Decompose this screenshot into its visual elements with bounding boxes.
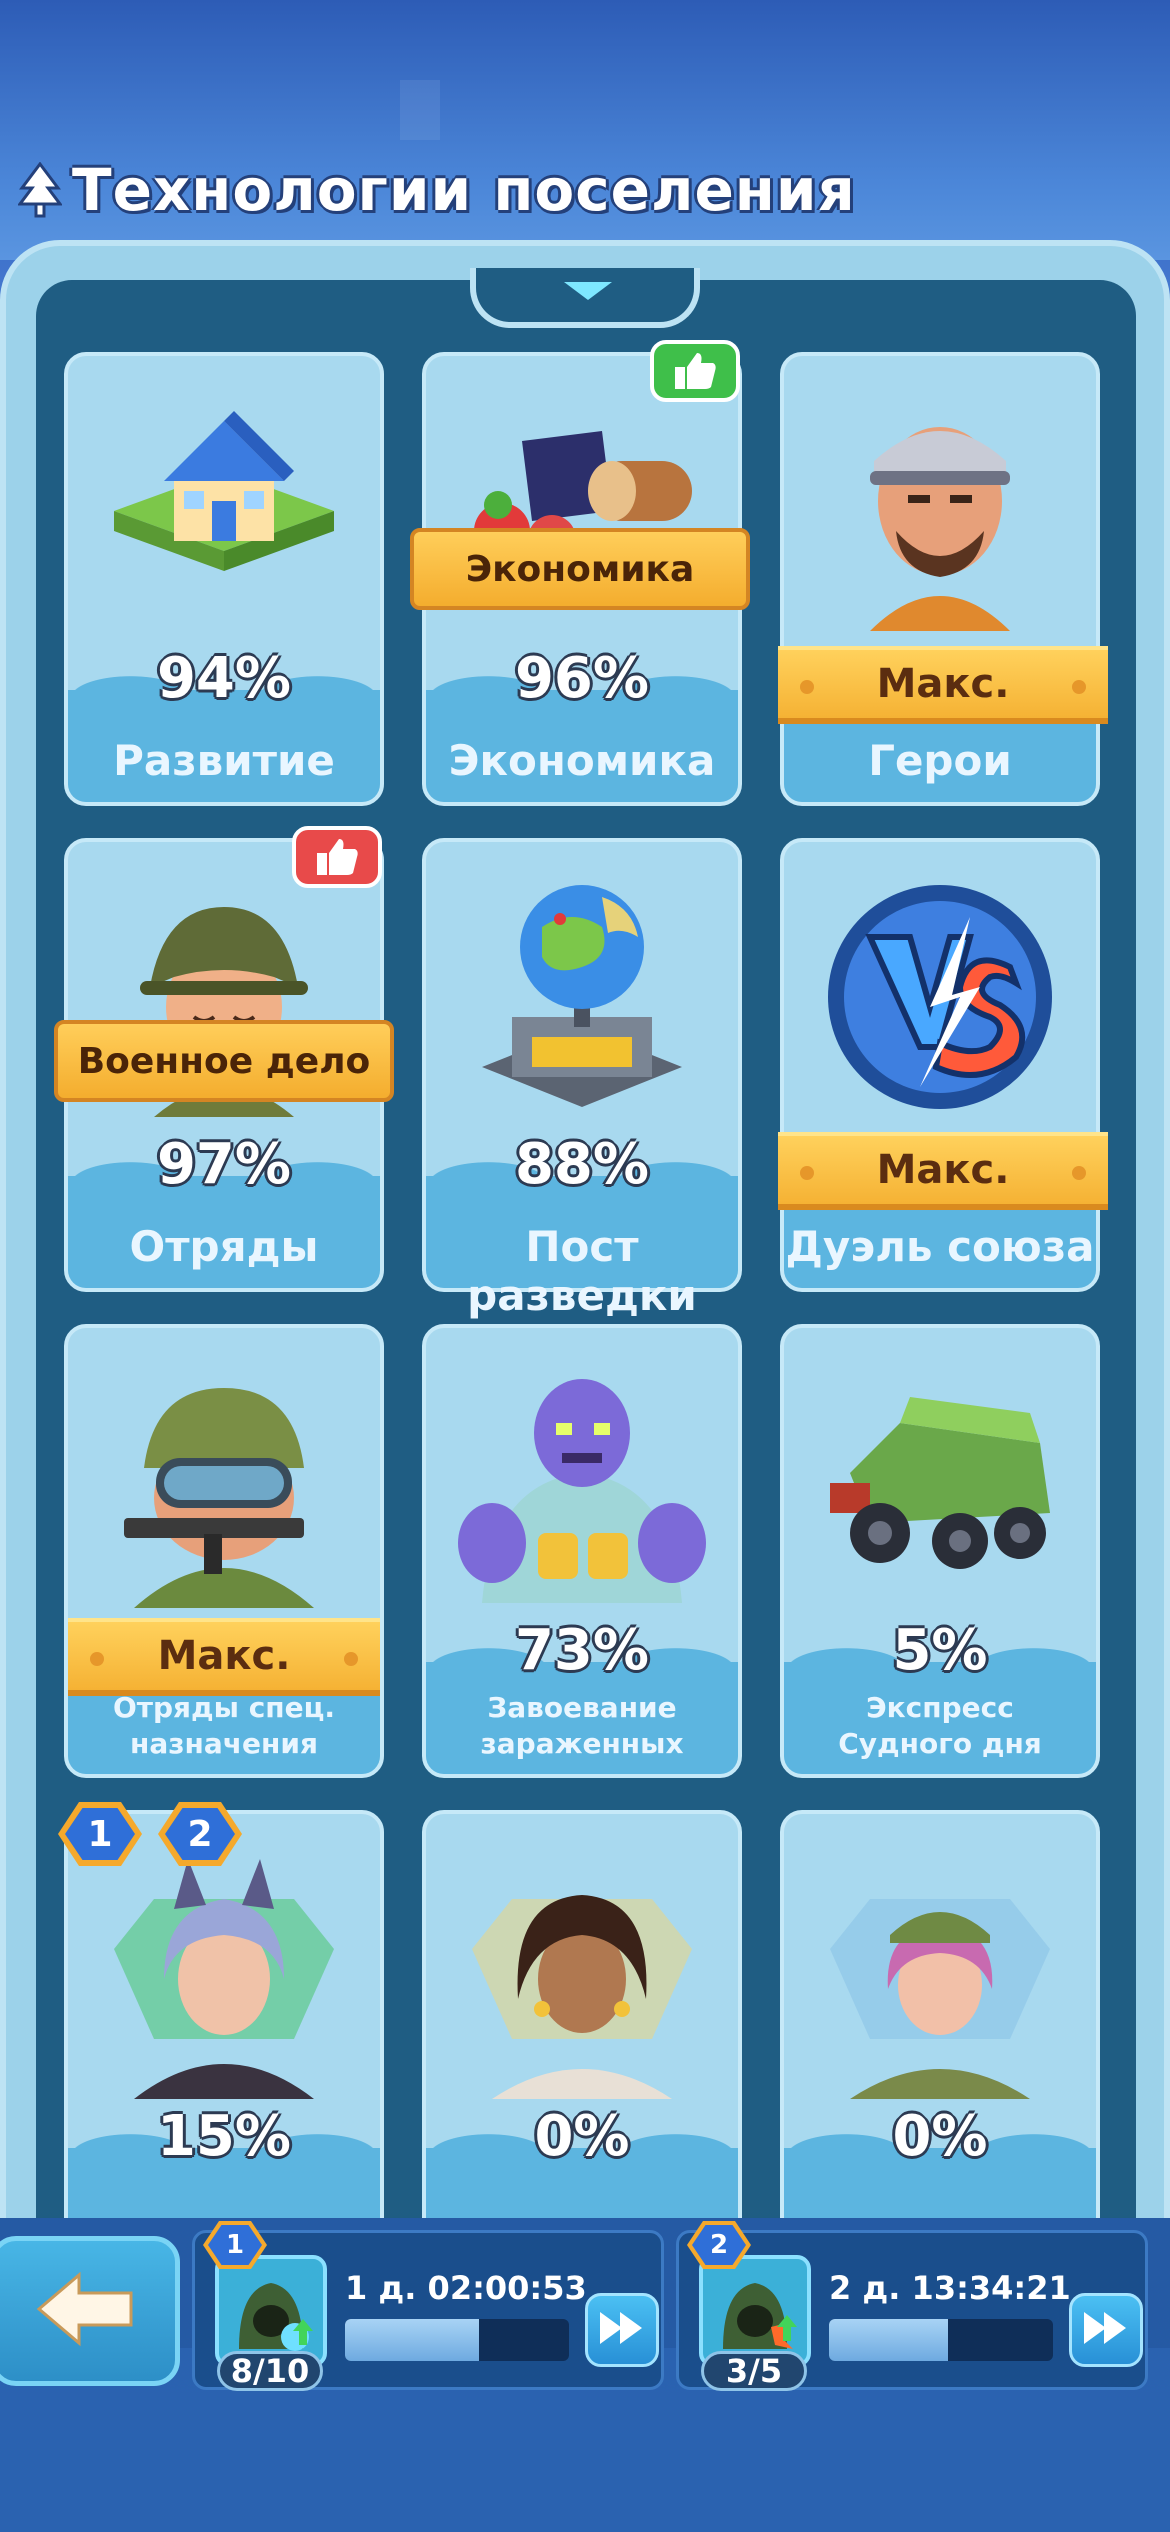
- tech-card-alliance-duel[interactable]: Макс. Дуэль союза: [778, 838, 1108, 1292]
- card-title: Завоевание зараженных: [480, 1691, 684, 1760]
- queue-timer: 1 д. 02:00:53: [345, 2269, 587, 2307]
- queue-progress-bar: [829, 2319, 1053, 2361]
- progress-percent: 0%: [534, 2104, 630, 2169]
- category-ribbon: Военное дело: [54, 1020, 394, 1102]
- category-ribbon: Экономика: [410, 528, 750, 610]
- tech-card-hero-b[interactable]: 0%: [422, 1810, 742, 2264]
- tech-card-infected-conquest[interactable]: 73% Завоевание зараженных: [422, 1324, 742, 1778]
- card-title: Дуэль союза: [785, 1222, 1095, 1271]
- progress-percent: 88%: [514, 1132, 650, 1197]
- hero-icon: [784, 356, 1096, 666]
- speed-up-button[interactable]: [585, 2293, 659, 2367]
- house-icon: [68, 356, 380, 666]
- fast-forward-icon: [1082, 2310, 1130, 2350]
- queue-count: 3/5: [701, 2351, 807, 2391]
- card-title: Экономика: [448, 736, 716, 785]
- tech-card-heroes[interactable]: Макс. Герои: [778, 352, 1108, 806]
- progress-percent: 94%: [156, 646, 292, 711]
- speed-up-button[interactable]: [1069, 2293, 1143, 2367]
- card-title: Экспресс Судного дня: [838, 1691, 1042, 1760]
- tree-icon: [18, 162, 62, 218]
- card-title: Герои: [868, 736, 1012, 785]
- hero-woman-icon: [426, 1814, 738, 2124]
- ribbon-label: Экономика: [465, 548, 695, 590]
- max-level-banner: Макс.: [68, 1618, 380, 1696]
- card-title: Пост разведки: [467, 1222, 697, 1320]
- progress-percent: 96%: [514, 646, 650, 711]
- thumbs-up-icon: [650, 340, 740, 402]
- progress-fill: [345, 2319, 480, 2361]
- tech-card-special-forces[interactable]: Макс. Отряды спец. назначения: [64, 1324, 384, 1778]
- back-button[interactable]: [0, 2236, 180, 2386]
- max-level-banner: Макс.: [778, 646, 1108, 724]
- progress-percent: 73%: [514, 1618, 650, 1683]
- tech-card-hero-a[interactable]: 15%: [64, 1810, 384, 2264]
- resources-icon: [426, 356, 738, 666]
- tech-card-development[interactable]: 94% Развитие: [64, 352, 384, 806]
- tech-card-recon-post[interactable]: 88% Пост разведки: [422, 838, 742, 1320]
- queue-progress-bar: [345, 2319, 569, 2361]
- queue-timer: 2 д. 13:34:21: [829, 2269, 1071, 2307]
- queue-count: 8/10: [217, 2351, 323, 2391]
- card-title: Отряды спец. назначения: [112, 1691, 336, 1760]
- header: Технологии поселения: [18, 150, 856, 230]
- zombie-icon: [426, 1328, 738, 1638]
- collapse-notch[interactable]: [470, 268, 700, 328]
- research-queue-1[interactable]: 1 8/10 1 д. 02:00:53: [192, 2221, 664, 2391]
- card-title: Развитие: [113, 736, 335, 785]
- tech-card-doomsday-express[interactable]: 5% Экспресс Судного дня: [780, 1324, 1100, 1778]
- research-queue-2[interactable]: 2 3/5 2 д. 13:34:21: [676, 2221, 1148, 2391]
- truck-icon: [784, 1328, 1096, 1638]
- progress-percent: 15%: [156, 2104, 292, 2169]
- card-title: Отряды: [129, 1222, 319, 1271]
- tech-card-hero-c[interactable]: 0%: [780, 1810, 1100, 2264]
- globe-station-icon: [426, 842, 738, 1152]
- page-title: Технологии поселения: [72, 156, 856, 224]
- hero-pink-icon: [784, 1814, 1096, 2124]
- progress-percent: 97%: [156, 1132, 292, 1197]
- max-level-banner: Макс.: [778, 1132, 1108, 1210]
- special-forces-icon: [68, 1328, 380, 1638]
- back-arrow-icon: [35, 2271, 135, 2351]
- ribbon-label: Военное дело: [77, 1040, 371, 1082]
- soldier-icon: [68, 842, 380, 1152]
- progress-percent: 0%: [892, 2104, 988, 2169]
- progress-fill: [829, 2319, 948, 2361]
- fast-forward-icon: [598, 2310, 646, 2350]
- progress-percent: 5%: [892, 1618, 988, 1683]
- vs-icon: [784, 842, 1096, 1152]
- chevron-down-icon: [564, 282, 612, 300]
- thumbs-up-icon: [292, 826, 382, 888]
